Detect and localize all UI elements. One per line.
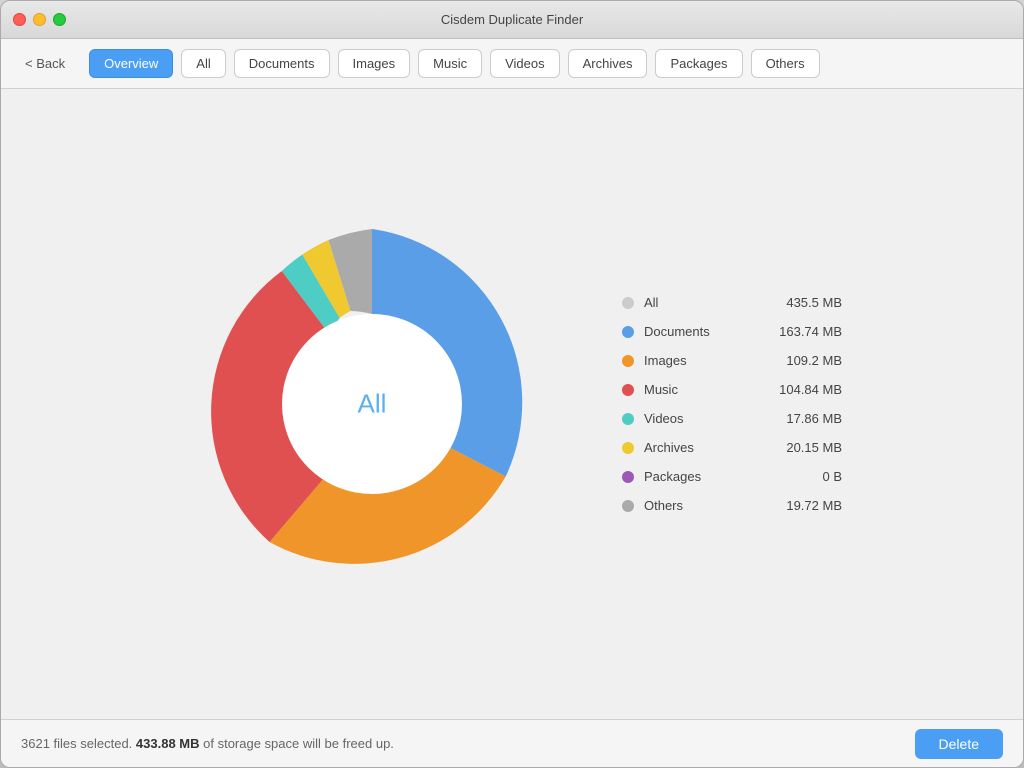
text-after: of storage space will be freed up.	[200, 736, 394, 751]
tab-packages[interactable]: Packages	[655, 49, 742, 78]
chart-area: All All 435.5 MB Documents 163.74 MB Ima…	[182, 214, 842, 594]
main-content: All All 435.5 MB Documents 163.74 MB Ima…	[1, 89, 1023, 719]
legend-item-all: All 435.5 MB	[622, 295, 842, 310]
text-before: files selected.	[50, 736, 136, 751]
legend-label-packages: Packages	[644, 469, 752, 484]
legend: All 435.5 MB Documents 163.74 MB Images …	[622, 295, 842, 513]
donut-chart: All	[182, 214, 562, 594]
traffic-lights	[13, 13, 66, 26]
legend-dot-others	[622, 500, 634, 512]
legend-dot-videos	[622, 413, 634, 425]
legend-label-images: Images	[644, 353, 752, 368]
minimize-button[interactable]	[33, 13, 46, 26]
status-bar: 3621 files selected. 433.88 MB of storag…	[1, 719, 1023, 767]
tab-documents[interactable]: Documents	[234, 49, 330, 78]
legend-item-music: Music 104.84 MB	[622, 382, 842, 397]
legend-value-packages: 0 B	[762, 469, 842, 484]
legend-item-archives: Archives 20.15 MB	[622, 440, 842, 455]
back-button[interactable]: < Back	[17, 52, 73, 75]
tab-overview[interactable]: Overview	[89, 49, 173, 78]
app-window: Cisdem Duplicate Finder < Back Overview …	[0, 0, 1024, 768]
legend-item-videos: Videos 17.86 MB	[622, 411, 842, 426]
toolbar: < Back Overview All Documents Images Mus…	[1, 39, 1023, 89]
donut-hole	[282, 314, 462, 494]
legend-label-all: All	[644, 295, 752, 310]
legend-value-music: 104.84 MB	[762, 382, 842, 397]
status-text: 3621 files selected. 433.88 MB of storag…	[21, 736, 394, 751]
legend-dot-documents	[622, 326, 634, 338]
legend-value-archives: 20.15 MB	[762, 440, 842, 455]
close-button[interactable]	[13, 13, 26, 26]
legend-item-packages: Packages 0 B	[622, 469, 842, 484]
legend-dot-archives	[622, 442, 634, 454]
legend-value-documents: 163.74 MB	[762, 324, 842, 339]
legend-value-videos: 17.86 MB	[762, 411, 842, 426]
legend-dot-images	[622, 355, 634, 367]
title-bar: Cisdem Duplicate Finder	[1, 1, 1023, 39]
legend-label-archives: Archives	[644, 440, 752, 455]
legend-value-images: 109.2 MB	[762, 353, 842, 368]
legend-item-images: Images 109.2 MB	[622, 353, 842, 368]
legend-dot-music	[622, 384, 634, 396]
files-count: 3621	[21, 736, 50, 751]
legend-value-others: 19.72 MB	[762, 498, 842, 513]
tab-videos[interactable]: Videos	[490, 49, 560, 78]
tab-images[interactable]: Images	[338, 49, 411, 78]
window-title: Cisdem Duplicate Finder	[441, 12, 583, 27]
legend-value-all: 435.5 MB	[762, 295, 842, 310]
legend-label-music: Music	[644, 382, 752, 397]
tab-music[interactable]: Music	[418, 49, 482, 78]
legend-label-others: Others	[644, 498, 752, 513]
donut-svg	[182, 214, 562, 594]
legend-dot-packages	[622, 471, 634, 483]
legend-dot-all	[622, 297, 634, 309]
size-value: 433.88 MB	[136, 736, 200, 751]
legend-item-documents: Documents 163.74 MB	[622, 324, 842, 339]
legend-label-videos: Videos	[644, 411, 752, 426]
tab-archives[interactable]: Archives	[568, 49, 648, 78]
tab-all[interactable]: All	[181, 49, 225, 78]
legend-label-documents: Documents	[644, 324, 752, 339]
delete-button[interactable]: Delete	[915, 729, 1003, 759]
tab-others[interactable]: Others	[751, 49, 820, 78]
maximize-button[interactable]	[53, 13, 66, 26]
legend-item-others: Others 19.72 MB	[622, 498, 842, 513]
